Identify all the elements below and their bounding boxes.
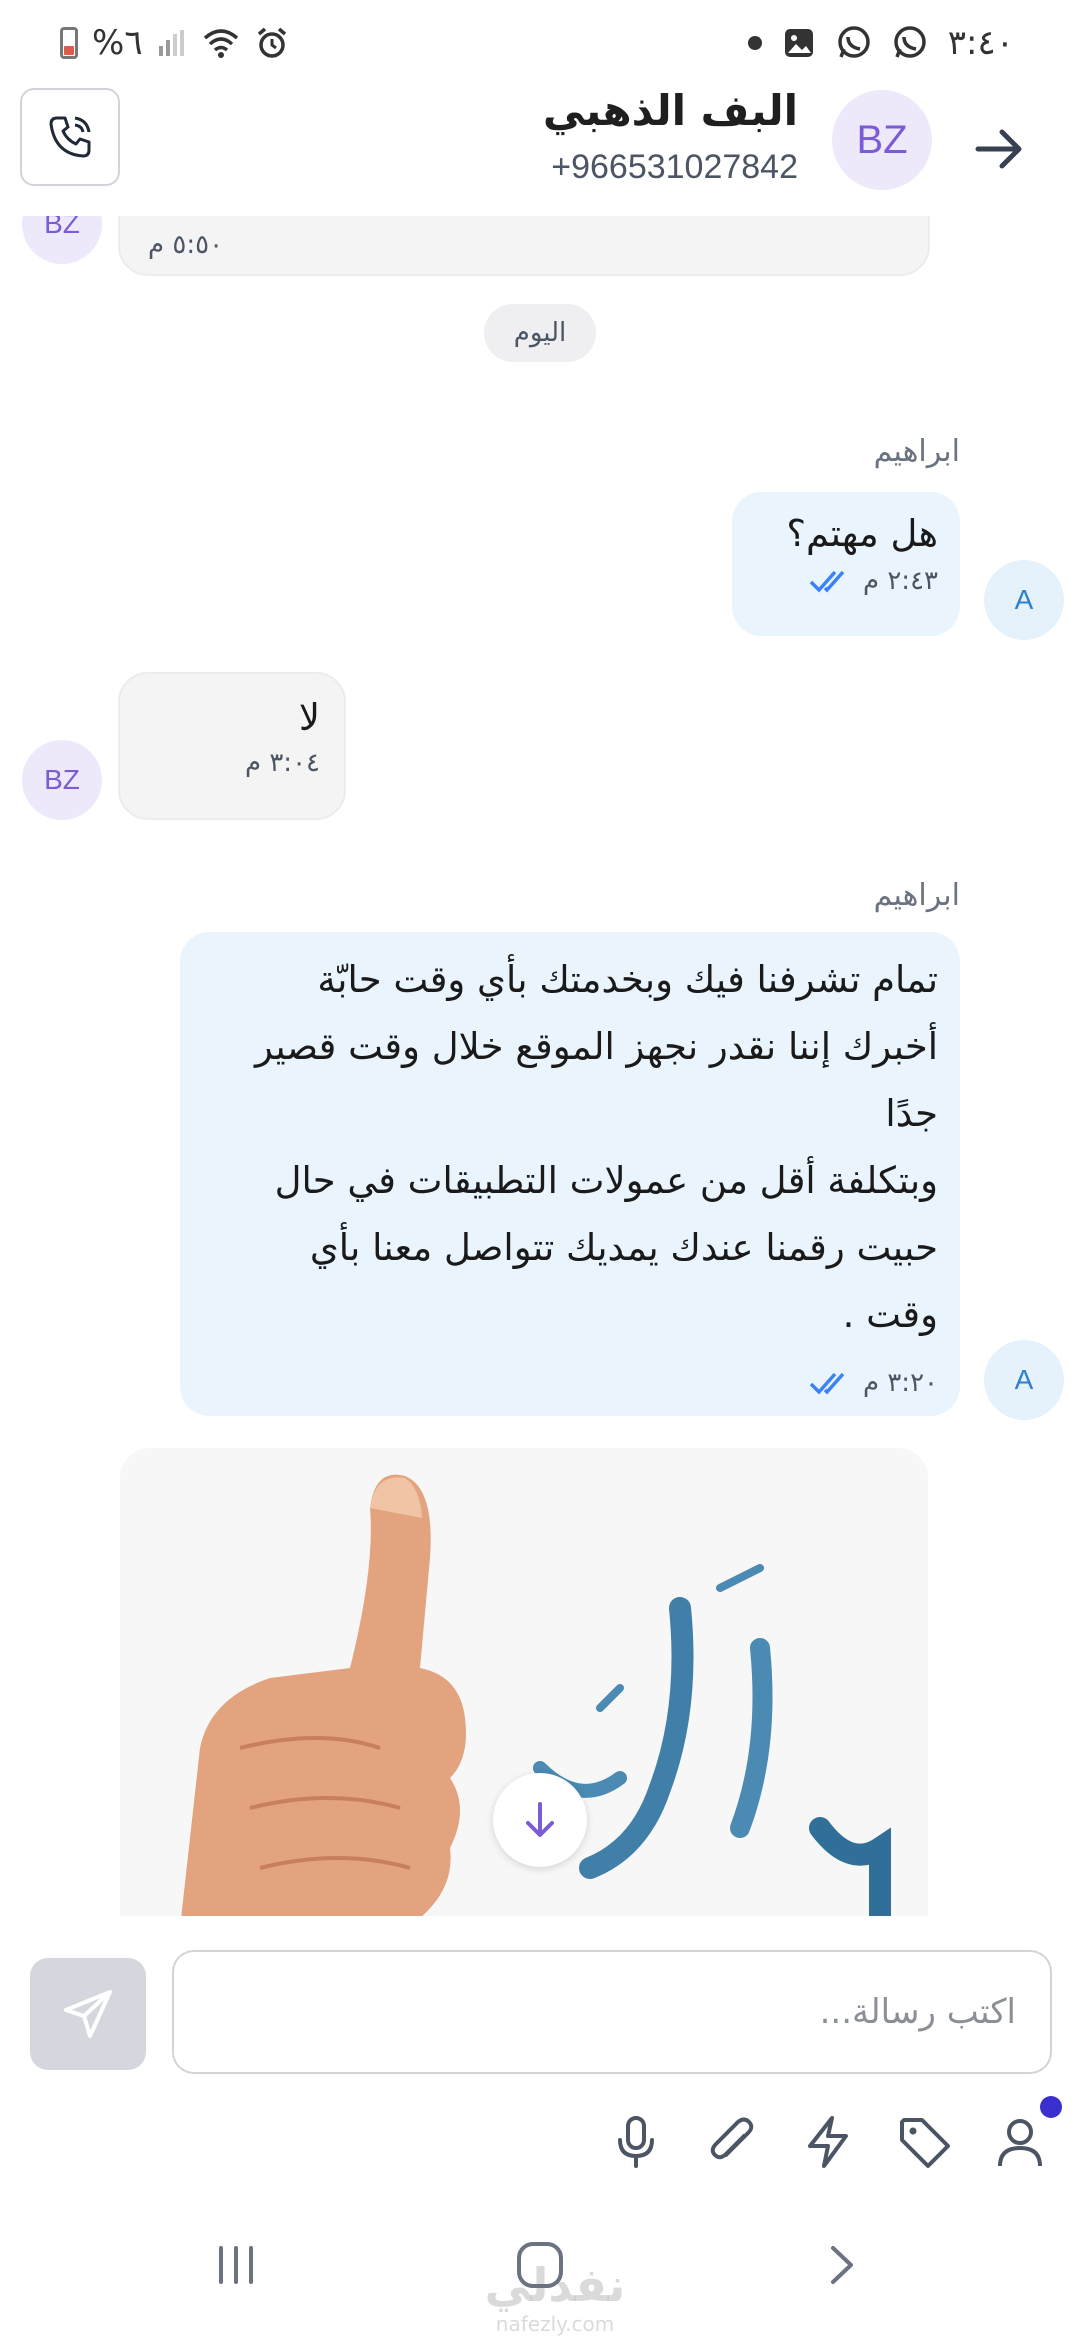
call-button[interactable] [20,88,120,186]
phone-icon [49,116,91,158]
sender-name: ابراهيم [873,434,960,469]
chat-thread[interactable]: ٥:٥٠ م BZ اليوم ابراهيم هل مهتم؟ ٢:٤٣ م … [0,216,1080,1916]
contact-phone: +966531027842 [551,148,798,186]
back-button[interactable] [954,104,1044,194]
message-line: جدًا [885,1092,938,1135]
status-right: ٣:٤٠ [747,18,1014,68]
arrow-right-icon [975,129,1022,169]
arrow-down-icon [526,1802,554,1837]
whatsapp-icon [838,26,870,58]
tag-icon [900,2118,950,2168]
signal-icon [158,30,184,56]
message-meta: ٣:٠٤ م [144,748,320,778]
message-text: لا [298,696,320,739]
home-icon [517,2242,563,2288]
double-check-icon [809,1372,845,1395]
composer-toolbar [606,2096,1062,2172]
microphone-icon [618,2116,654,2168]
recent-apps-button[interactable] [176,2210,296,2320]
double-check-icon [809,570,845,593]
sender-avatar: A [984,1340,1064,1420]
wifi-icon [203,29,238,58]
message-input[interactable] [172,1950,1052,2074]
paper-plane-icon [64,1990,112,2038]
message-meta: ٣:٢٠ م [809,1368,938,1398]
sender-name: ابراهيم [873,878,960,913]
message-time: ٣:٢٠ م [862,1368,938,1398]
chat-header: BZ البف الذهبي +966531027842 [0,84,1080,216]
system-nav-bar [0,2210,1080,2340]
status-bar: %٦ ٣:٤٠ [0,0,1080,84]
message-time: ٢:٤٣ م [862,566,938,596]
notification-badge [1040,2096,1062,2118]
message-text: هل مهتم؟ [786,512,938,555]
message-bubble-outgoing[interactable]: تمام تشرفنا فيك وبخدمتك بأي وقت حابّة أخ… [180,932,960,1416]
message-line: حبيت رقمنا عندك يمديك تتواصل معنا بأي [309,1226,938,1269]
notification-dot-icon [747,36,762,50]
send-button[interactable] [30,1958,146,2070]
gallery-icon [784,29,813,57]
home-button[interactable] [480,2210,600,2320]
date-divider: اليوم [484,304,596,362]
battery-icon [60,27,78,59]
contact-avatar[interactable]: BZ [832,90,932,190]
message-time: ٥:٥٠ م [148,230,224,260]
message-bubble-incoming[interactable]: لا ٣:٠٤ م [118,672,346,820]
message-meta: ٥:٥٠ م [148,230,223,260]
quick-reply-button[interactable] [798,2112,858,2172]
sender-avatar: A [984,560,1064,640]
scroll-to-bottom-button[interactable] [493,1773,587,1867]
message-bubble-outgoing[interactable]: هل مهتم؟ ٢:٤٣ م [732,492,960,636]
contact-name: البف الذهبي [542,86,798,135]
clock: ٣:٤٠ [947,23,1014,63]
whatsapp-business-icon [894,26,926,58]
sender-avatar: BZ [22,740,102,820]
message-meta: ٢:٤٣ م [754,566,938,596]
message-bubble-previous[interactable]: ٥:٥٠ م [118,216,930,276]
paperclip-icon [710,2117,754,2160]
back-nav-button[interactable] [782,2210,902,2320]
alarm-icon [257,27,286,58]
status-left: %٦ [60,18,289,68]
message-line: وبتكلفة أقل من عمولات التطبيقات في حال [274,1159,938,1202]
attach-button[interactable] [702,2112,762,2172]
chevron-right-icon [831,2246,853,2284]
user-icon [998,2119,1042,2167]
message-line: أخبرك إننا نقدر نجهز الموقع خلال وقت قصي… [254,1025,938,1068]
user-button[interactable] [990,2096,1062,2172]
composer [0,1916,1080,2176]
tag-button[interactable] [894,2112,954,2172]
voice-button[interactable] [606,2112,666,2172]
sender-avatar: BZ [22,216,102,264]
lightning-icon [808,2116,848,2168]
battery-level: %٦ [92,23,143,63]
message-line: وقت . [842,1293,938,1336]
message-line: تمام تشرفنا فيك وبخدمتك بأي وقت حابّة [317,958,938,1001]
recent-apps-icon [219,2246,253,2284]
message-time: ٣:٠٤ م [244,748,320,778]
